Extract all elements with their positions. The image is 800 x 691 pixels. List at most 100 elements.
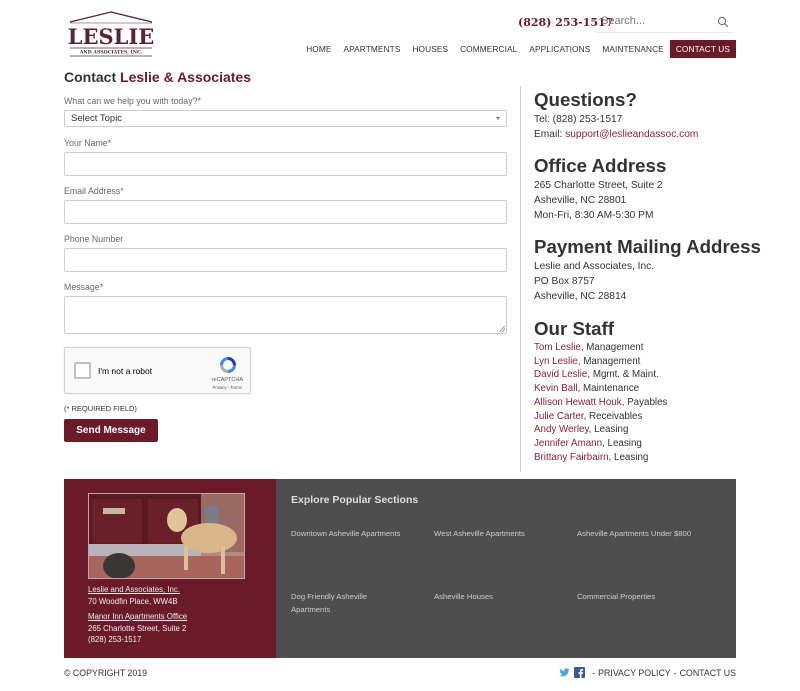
staff-item: Jennifer Amann, Leasing (534, 437, 667, 451)
popular-heading: Explore Popular Sections (291, 494, 419, 506)
email-field[interactable] (65, 201, 506, 223)
payment-line: Asheville, NC 28814 (534, 291, 627, 302)
message-label: Message* (64, 282, 104, 292)
staff-name-link[interactable]: Kevin Ball (534, 383, 578, 394)
facebook-icon[interactable] (574, 667, 586, 678)
search-box (597, 11, 735, 33)
footer-contact-link[interactable]: CONTACT US (680, 668, 736, 678)
nav-maintenance[interactable]: MAINTENANCE (596, 40, 670, 58)
resize-handle-icon[interactable] (499, 326, 505, 332)
staff-item: Julie Carter, Receivables (534, 410, 667, 424)
phone-label: Phone Number (64, 234, 124, 244)
nav-applications[interactable]: APPLICATIONS (523, 40, 596, 58)
staff-item: Allison Hewatt Houk, Payables (534, 396, 667, 410)
nav-commercial[interactable]: COMMERCIAL (454, 40, 523, 58)
logo-name: LESLIE (68, 24, 155, 49)
email-field-wrap (64, 200, 507, 224)
topic-label: What can we help you with today?* (64, 96, 201, 106)
staff-item: Brittany Fairbairn, Leasing (534, 451, 667, 465)
bottom-links: - PRIVACY POLICY - CONTACT US (559, 667, 736, 678)
staff-name-link[interactable]: Allison Hewatt Houk (534, 397, 622, 408)
staff-name-link[interactable]: Julie Carter (534, 411, 584, 422)
popular-link[interactable]: Dog Friendly Asheville Apartments (291, 590, 391, 616)
phone-field[interactable] (65, 249, 506, 271)
separator: - (673, 667, 677, 678)
recaptcha-brand: reCAPTCHA (211, 377, 243, 383)
office1-address: 70 Woodfin Place, WW4B (88, 596, 178, 606)
recaptcha-label: I'm not a robot (98, 366, 153, 376)
staff-item: Lyn Leslie, Management (534, 355, 667, 369)
staff-role: , Payables (621, 396, 668, 408)
office-line: Asheville, NC 28801 (534, 195, 627, 206)
logo-tagline: AND ASSOCIATES, INC. (79, 50, 143, 56)
recaptcha-checkbox[interactable] (74, 362, 91, 379)
office-hours: Mon-Fri, 8:30 AM-5:30 PM (534, 210, 654, 221)
office1-block: Leslie and Associates, Inc. 70 Woodfin P… (88, 584, 180, 607)
popular-link[interactable]: Commercial Properties (577, 590, 702, 603)
email-label: Email Address* (64, 186, 124, 196)
tel-line: Tel: (828) 253-1517 (534, 114, 623, 125)
staff-item: Andy Werley, Leasing (534, 423, 667, 437)
office1-link[interactable]: Leslie and Associates, Inc. (88, 585, 180, 594)
search-icon[interactable] (717, 16, 729, 28)
recaptcha-terms-link[interactable]: Privacy - Terms (212, 385, 242, 390)
office-heading: Office Address (534, 155, 667, 176)
office2-block: Manor Inn Apartments Office 265 Charlott… (88, 611, 187, 646)
twitter-icon[interactable] (559, 667, 570, 678)
logo[interactable]: LESLIE AND ASSOCIATES, INC. (66, 10, 156, 58)
recaptcha-widget: I'm not a robot reCAPTCHA Privacy - Term… (64, 347, 251, 394)
nav-houses[interactable]: HOUSES (406, 40, 454, 58)
nav-contact-us[interactable]: CONTACT US (669, 40, 736, 58)
nav-home[interactable]: HOME (300, 40, 337, 58)
page-title: Contact Leslie & Associates (64, 69, 251, 85)
popular-link[interactable]: Asheville Apartments Under $800 (577, 527, 697, 540)
popular-link[interactable]: Asheville Houses (434, 590, 559, 603)
staff-item: David Leslie, Mgmt. & Maint. (534, 368, 667, 382)
recaptcha-logo-icon (220, 357, 236, 373)
staff-item: Tom Leslie, Management (534, 341, 667, 355)
nav-apartments[interactable]: APARTMENTS (338, 40, 407, 58)
page-title-prefix: Contact (64, 69, 117, 85)
email-line: Email: support@leslieandassoc.com (534, 127, 698, 142)
staff-name-link[interactable]: Tom Leslie (534, 342, 581, 353)
office-dogs-photo (88, 493, 245, 579)
column-divider (520, 86, 521, 472)
message-field-wrap (64, 296, 507, 334)
staff-role: , Leasing (588, 424, 629, 436)
copyright: © COPYRIGHT 2019 (64, 668, 148, 678)
staff-name-link[interactable]: Andy Werley (534, 424, 589, 435)
popular-link[interactable]: West Asheville Apartments (434, 527, 559, 540)
staff-heading: Our Staff (534, 318, 615, 339)
topic-select-value: Select Topic (71, 113, 123, 124)
office2-address: 265 Charlotte Street, Suite 2 (88, 623, 187, 633)
office-line: 265 Charlotte Street, Suite 2 (534, 180, 663, 191)
staff-role: , Maintenance (577, 383, 640, 395)
chevron-down-icon (496, 117, 500, 120)
payment-heading: Payment Mailing Address (534, 236, 761, 257)
staff-name-link[interactable]: Brittany Fairbairn (534, 452, 609, 463)
staff-role: , Leasing (602, 437, 642, 449)
phone-field-wrap (64, 248, 507, 272)
staff-item: Kevin Ball, Maintenance (534, 382, 667, 396)
page-title-accent: Leslie & Associates (120, 69, 252, 85)
send-message-button[interactable]: Send Message (64, 419, 158, 442)
popular-link[interactable]: Downtown Asheville Apartments (291, 527, 416, 540)
required-field-note: (* REQUIRED FIELD) (64, 404, 137, 413)
footer-popular-sections: Explore Popular Sections Downtown Ashevi… (276, 479, 736, 658)
office2-phone: (828) 253-1517 (88, 635, 142, 644)
main-nav: HOME APARTMENTS HOUSES COMMERCIAL APPLIC… (300, 40, 736, 58)
name-field[interactable] (65, 153, 506, 175)
message-field[interactable] (65, 297, 506, 333)
office2-link[interactable]: Manor Inn Apartments Office (88, 612, 187, 621)
staff-role: , Receivables (583, 410, 643, 422)
staff-name-link[interactable]: Lyn Leslie (534, 356, 578, 367)
email-link[interactable]: support@leslieandassoc.com (565, 129, 698, 140)
staff-role: , Management (577, 355, 641, 367)
staff-name-link[interactable]: David Leslie (534, 369, 587, 380)
name-field-wrap (64, 152, 507, 176)
search-input[interactable] (597, 11, 712, 31)
topic-select[interactable]: Select Topic (64, 110, 507, 127)
payment-line: PO Box 8757 (534, 276, 595, 287)
privacy-policy-link[interactable]: PRIVACY POLICY (598, 668, 671, 678)
staff-name-link[interactable]: Jennifer Amann (534, 438, 602, 449)
